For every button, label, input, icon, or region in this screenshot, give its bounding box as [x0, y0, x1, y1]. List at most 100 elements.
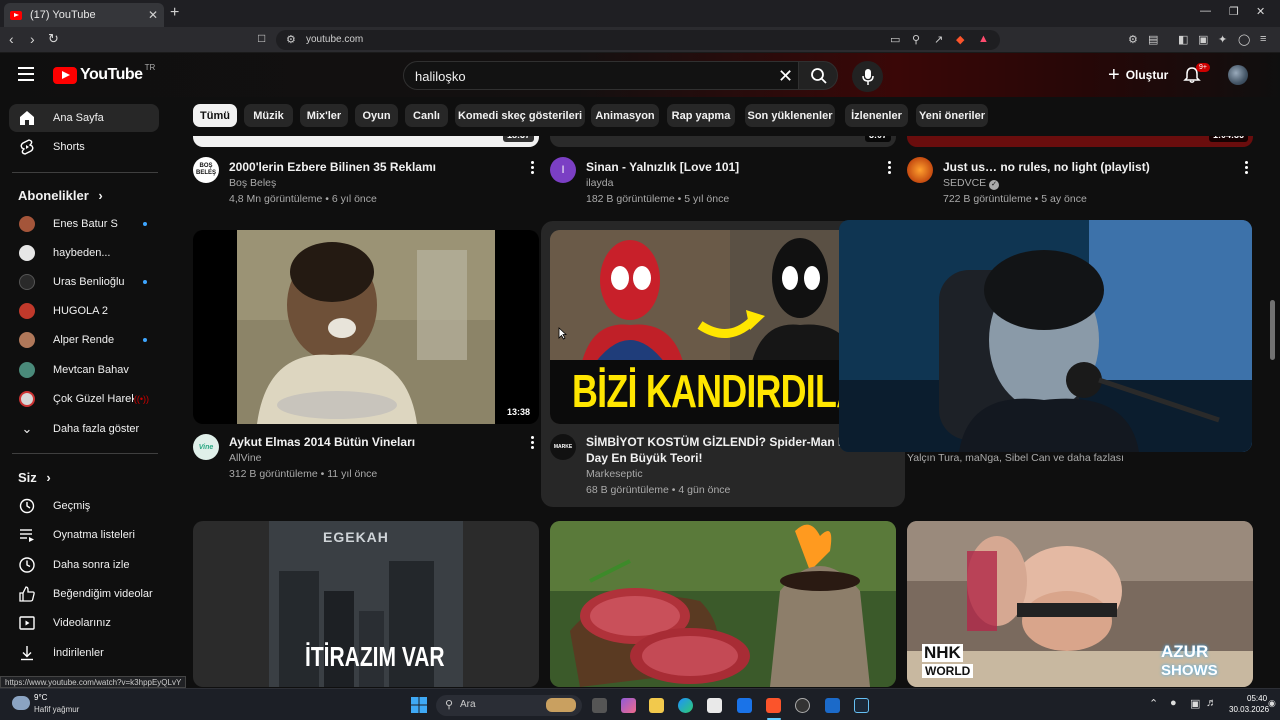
sidebar-item-shorts[interactable]: Shorts: [9, 133, 159, 161]
leo-ai-icon[interactable]: ✦: [1218, 33, 1227, 46]
clock-time[interactable]: 05:40: [1247, 694, 1267, 703]
video-thumbnail[interactable]: 13:38: [193, 230, 539, 424]
tab-close-icon[interactable]: ✕: [148, 8, 158, 22]
show-more-button[interactable]: ⌄ Daha fazla göster: [9, 415, 159, 443]
chip-music[interactable]: Müzik: [244, 104, 293, 127]
video-title[interactable]: Just us… no rules, no light (playlist): [943, 159, 1150, 175]
chip-rap[interactable]: Rap yapma: [667, 104, 735, 127]
address-bar[interactable]: ⚙ youtube.com ▭ ⚲ ↗ ◆ ▲: [276, 30, 1000, 50]
channel-avatar[interactable]: MARKE: [550, 434, 576, 460]
sidebar-sub-item[interactable]: Alper Rende: [9, 326, 159, 354]
sidebar-item-your-videos[interactable]: Videolarınız: [9, 609, 159, 637]
notification-center-icon[interactable]: ◉: [1268, 698, 1276, 709]
zoom-icon[interactable]: ⚲: [912, 33, 920, 46]
minimize-icon[interactable]: —: [1200, 5, 1211, 17]
video-title[interactable]: 2000'lerin Ezbere Bilinen 35 Reklamı: [229, 159, 436, 175]
app-icon[interactable]: [825, 698, 840, 713]
mail-icon[interactable]: [737, 698, 752, 713]
video-thumbnail[interactable]: NHK WORLD AZUR SHOWS: [907, 521, 1253, 687]
menu-icon[interactable]: ≡: [1260, 33, 1266, 45]
video-thumbnail[interactable]: [550, 521, 896, 687]
reload-icon[interactable]: ↻: [48, 31, 59, 47]
channel-avatar[interactable]: I: [550, 157, 576, 183]
close-window-icon[interactable]: ✕: [1256, 5, 1265, 18]
maximize-icon[interactable]: ❐: [1229, 5, 1239, 18]
sidebar-item-watch-later[interactable]: Daha sonra izle: [9, 551, 159, 579]
channel-name[interactable]: Boş Beleş: [229, 177, 276, 189]
new-tab-button[interactable]: +: [170, 4, 179, 22]
you-heading[interactable]: Siz ›: [18, 470, 51, 485]
channel-name[interactable]: AllVine: [229, 452, 262, 464]
video-title[interactable]: Aykut Elmas 2014 Bütün Vineları: [229, 434, 415, 450]
m365-icon[interactable]: [621, 698, 636, 713]
task-view-icon[interactable]: [592, 698, 607, 713]
sidebar-toggle-icon[interactable]: ◧: [1178, 33, 1188, 46]
cast-icon[interactable]: ▭: [890, 33, 900, 46]
channel-avatar[interactable]: Vine: [193, 434, 219, 460]
network-icon[interactable]: ▣: [1190, 697, 1200, 710]
vpn-icon[interactable]: ◯: [1238, 33, 1250, 46]
account-avatar[interactable]: [1228, 65, 1248, 85]
tab-search-icon[interactable]: ▤: [1148, 33, 1158, 46]
sidebar-item-home[interactable]: Ana Sayfa: [9, 104, 159, 132]
channel-name[interactable]: ilayda: [586, 177, 613, 189]
bookmark-icon[interactable]: □: [258, 31, 265, 45]
youtube-logo[interactable]: YouTube TR: [53, 63, 155, 84]
brave-rewards-icon[interactable]: ▲: [978, 33, 989, 45]
brave-browser-icon[interactable]: [766, 698, 781, 713]
sidebar-sub-item[interactable]: Enes Batur S: [9, 210, 159, 238]
create-button[interactable]: + Oluştur: [1098, 62, 1178, 88]
chip-live[interactable]: Canlı: [405, 104, 448, 127]
page-scrollbar-thumb[interactable]: [1270, 300, 1275, 360]
forward-icon[interactable]: ›: [30, 31, 35, 47]
sidebar-item-playlists[interactable]: Oynatma listeleri: [9, 521, 159, 549]
search-button[interactable]: [798, 61, 838, 90]
wallet-icon[interactable]: ▣: [1198, 33, 1208, 46]
chip-recently-uploaded[interactable]: Son yüklenenler: [745, 104, 835, 127]
clear-search-icon[interactable]: ✕: [778, 66, 793, 87]
obs-icon[interactable]: [795, 698, 810, 713]
chip-mixes[interactable]: Mix'ler: [300, 104, 348, 127]
extensions-icon[interactable]: ⚙: [1128, 33, 1138, 46]
more-options-icon[interactable]: [531, 161, 535, 176]
file-explorer-icon[interactable]: [649, 698, 664, 713]
more-options-icon[interactable]: [531, 436, 535, 451]
video-thumbnail[interactable]: EGEKAH İTİRAZIM VAR: [193, 521, 539, 687]
mix-channels[interactable]: Yalçın Tura, maNga, Sibel Can ve daha fa…: [907, 452, 1124, 464]
chip-animation[interactable]: Animasyon: [591, 104, 659, 127]
site-info-icon[interactable]: ⚙: [286, 33, 296, 46]
edge-icon[interactable]: [678, 698, 693, 713]
chip-watched[interactable]: İzlenenler: [845, 104, 908, 127]
sidebar-sub-item[interactable]: HUGOLA 2: [9, 297, 159, 325]
microphone-tray-icon[interactable]: ●: [1170, 697, 1177, 709]
taskbar-search[interactable]: ⚲ Ara: [436, 695, 582, 716]
clock-date[interactable]: 30.03.2026: [1229, 705, 1269, 714]
chip-comedy[interactable]: Komedi skeç gösterileri: [455, 104, 585, 127]
tray-chevron-icon[interactable]: ⌃: [1149, 697, 1158, 710]
store-icon[interactable]: [707, 698, 722, 713]
brave-shields-icon[interactable]: ◆: [956, 33, 964, 46]
channel-name[interactable]: Markeseptic: [586, 468, 643, 480]
channel-avatar[interactable]: [907, 157, 933, 183]
sidebar-item-liked[interactable]: Beğendiğim videolar: [9, 580, 159, 608]
channel-avatar[interactable]: BOŞ BELEŞ: [193, 157, 219, 183]
back-icon[interactable]: ‹: [9, 31, 14, 47]
search-input[interactable]: haliloşko ✕: [403, 61, 802, 90]
more-options-icon[interactable]: [1245, 161, 1249, 176]
volume-icon[interactable]: ♬: [1206, 697, 1217, 709]
chip-all[interactable]: Tümü: [193, 104, 237, 127]
sidebar-item-downloads[interactable]: İndirilenler: [9, 639, 159, 667]
windows-start-icon[interactable]: [411, 697, 427, 713]
channel-name[interactable]: SEDVCE ✓: [943, 177, 1000, 190]
chip-gaming[interactable]: Oyun: [355, 104, 398, 127]
share-icon[interactable]: ↗: [934, 33, 943, 46]
chip-new-to-you[interactable]: Yeni öneriler: [916, 104, 988, 127]
sidebar-sub-item[interactable]: Mevtcan Bahav: [9, 356, 159, 384]
voice-search-button[interactable]: [852, 61, 883, 92]
weather-icon[interactable]: [12, 696, 30, 710]
sidebar-sub-item[interactable]: Çok Güzel Harek... ((•)): [9, 385, 159, 413]
sidebar-sub-item[interactable]: Uras Benlioğlu: [9, 268, 159, 296]
more-options-icon[interactable]: [888, 161, 892, 176]
subscriptions-heading[interactable]: Abonelikler ›: [18, 188, 103, 203]
hamburger-menu-icon[interactable]: [18, 67, 34, 81]
